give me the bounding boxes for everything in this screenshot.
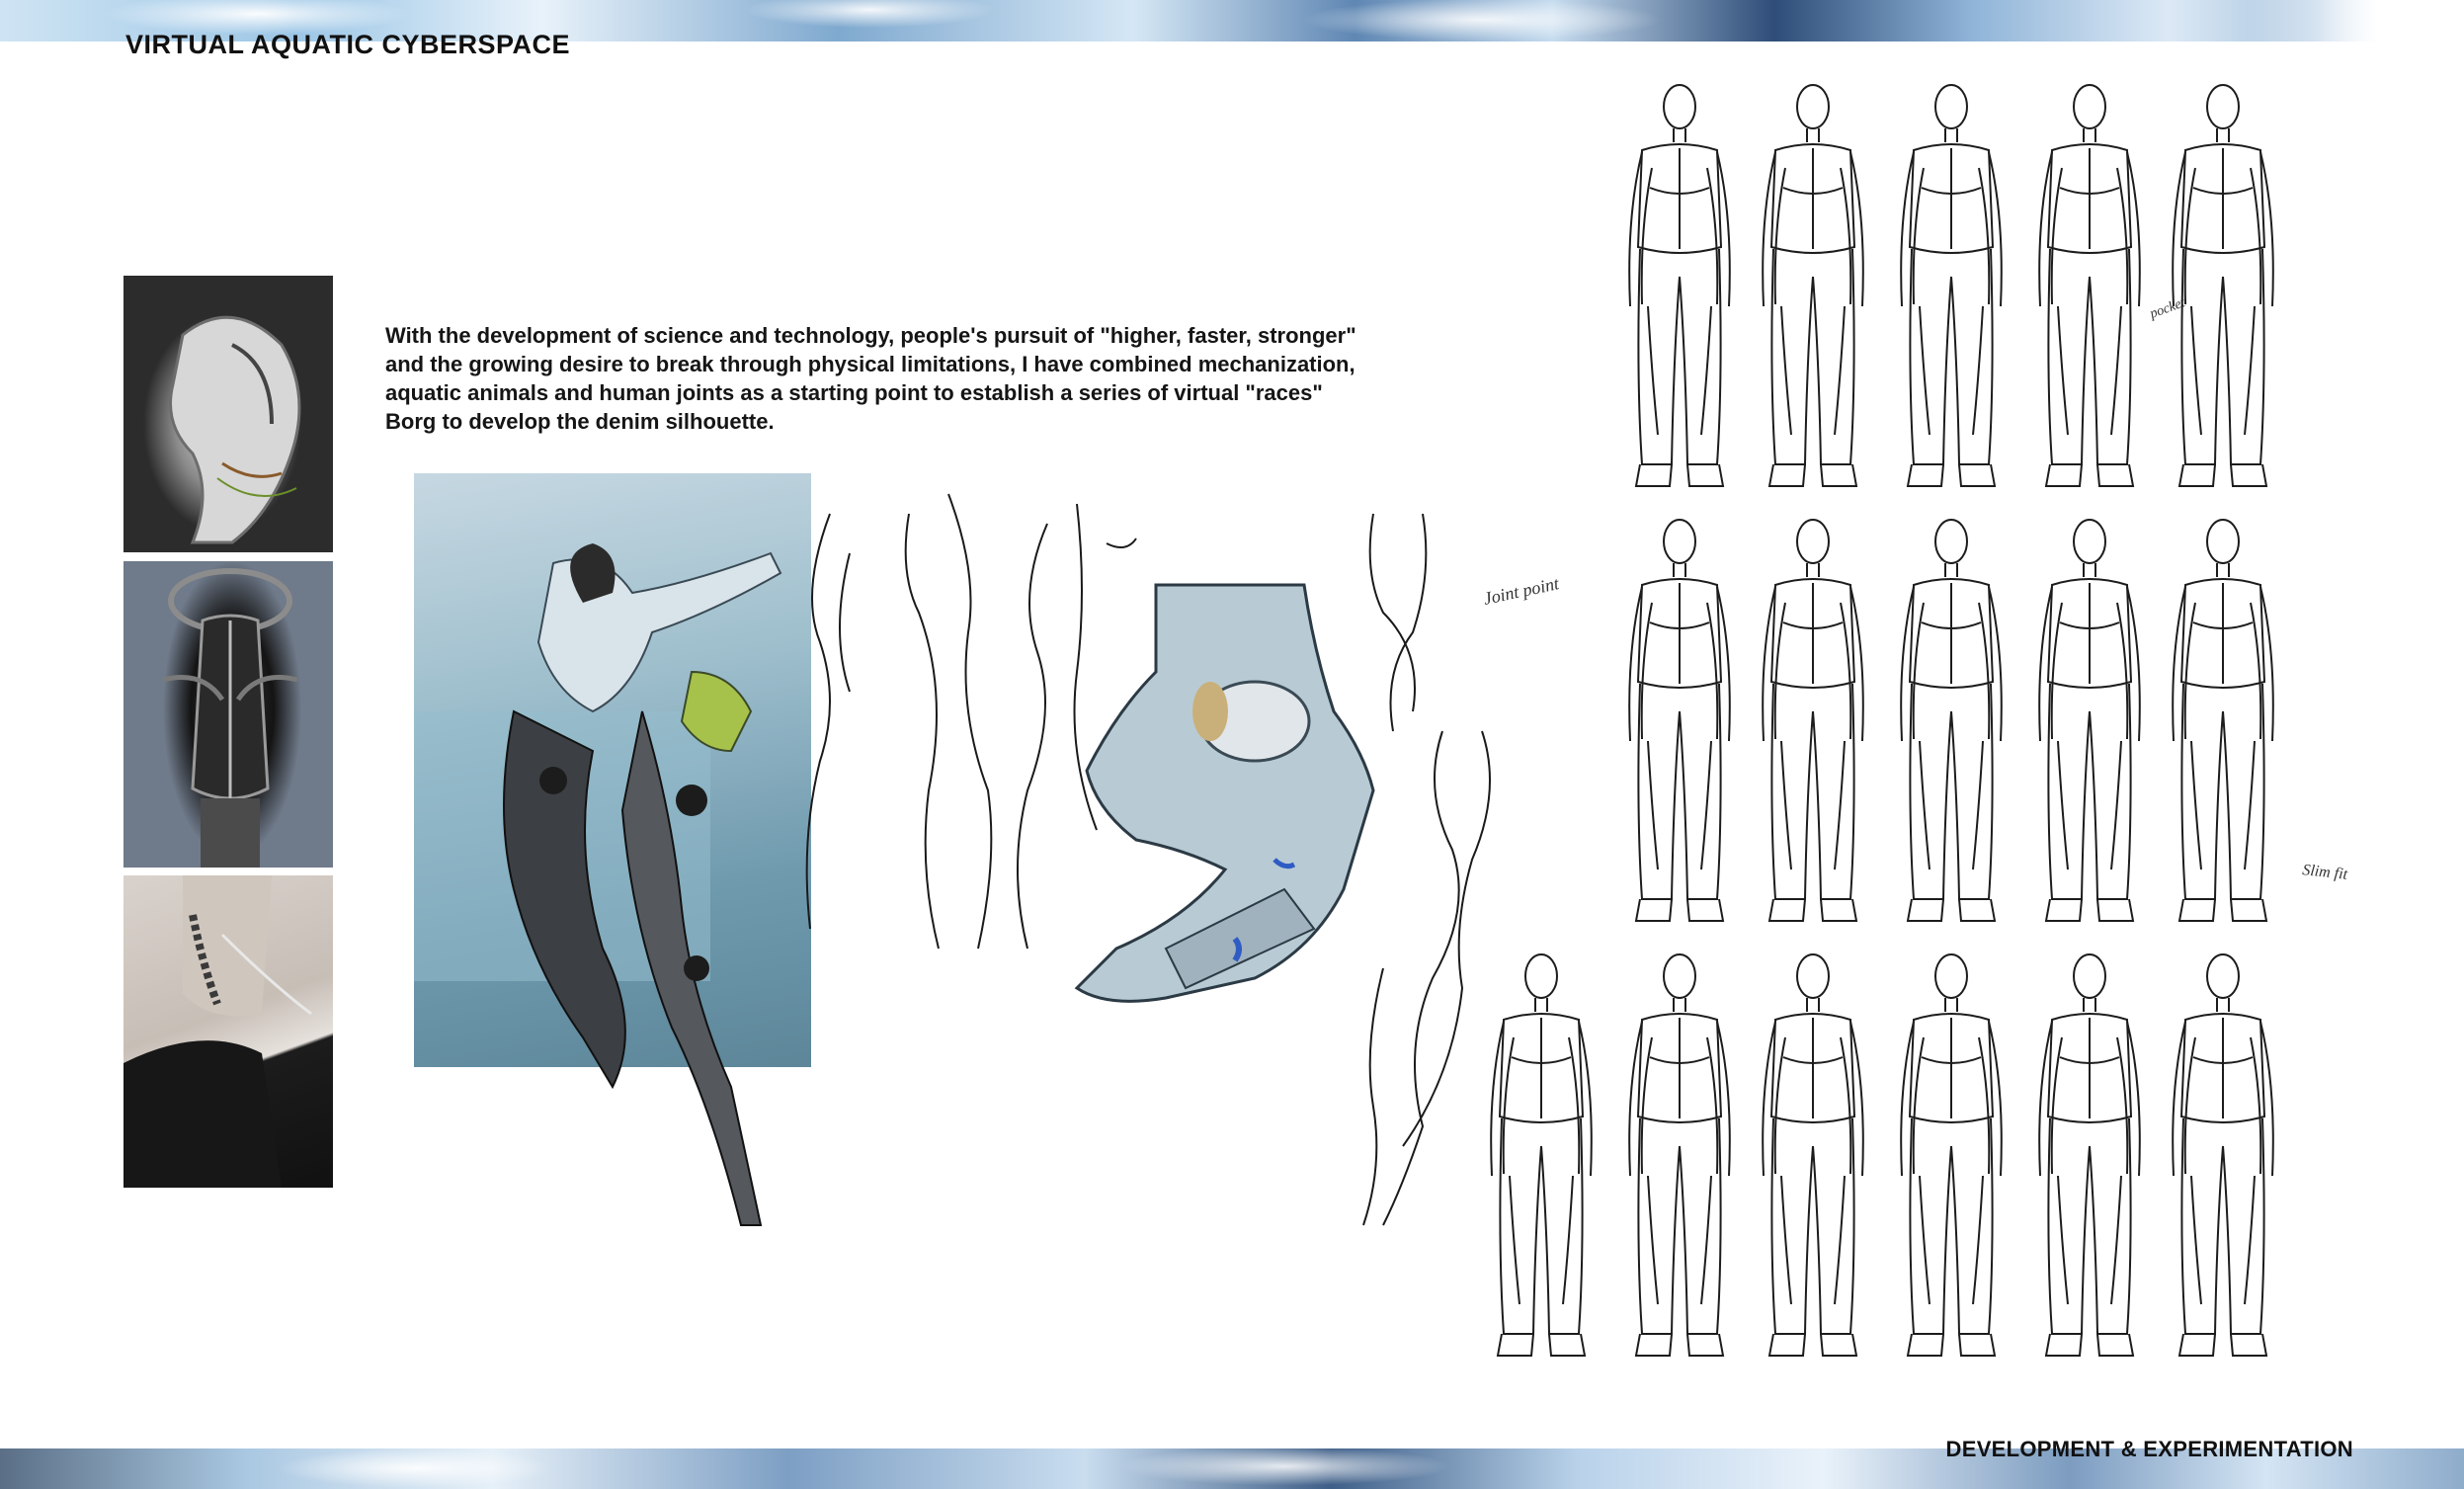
fashion-figure-sketch bbox=[1628, 519, 1731, 922]
fashion-figure-sketch bbox=[1490, 953, 1593, 1357]
fashion-figure-sketch bbox=[1762, 519, 1864, 922]
pocket-note: pocket bbox=[2147, 295, 2187, 322]
fashion-figure-sketch bbox=[2172, 84, 2274, 487]
fashion-figure-sketch bbox=[2172, 519, 2274, 922]
fashion-figure-sketch bbox=[1900, 953, 2003, 1357]
description-line: aquatic animals and human joints as a st… bbox=[385, 380, 1323, 405]
mechanical-leg-image bbox=[1074, 583, 1375, 1003]
fashion-figure-sketch bbox=[1628, 953, 1731, 1357]
fashion-figure-sketch bbox=[2038, 519, 2141, 922]
description-line: Borg to develop the denim silhouette. bbox=[385, 409, 775, 434]
joint-point-note: Joint point bbox=[1482, 573, 1562, 609]
fashion-figure-sketch bbox=[2172, 953, 2274, 1357]
collage-overlay-panel bbox=[414, 711, 710, 981]
description-paragraph: With the development of science and tech… bbox=[385, 321, 1433, 436]
fashion-figure-sketch bbox=[1762, 953, 1864, 1357]
neck-implant-reference-image bbox=[123, 875, 333, 1188]
fashion-figure-sketch bbox=[2038, 953, 2141, 1357]
page-title: VIRTUAL AQUATIC CYBERSPACE bbox=[125, 30, 571, 59]
fashion-figure-sketch bbox=[2038, 84, 2141, 487]
fashion-figure-sketch bbox=[1628, 84, 1731, 487]
limb-joint-sketches bbox=[805, 493, 1491, 1226]
fashion-figure-lineup bbox=[1490, 84, 2274, 1357]
description-line: With the development of science and tech… bbox=[385, 323, 1356, 348]
slim-fit-note: Slim fit bbox=[2302, 862, 2349, 883]
mechanical-corset-reference-image bbox=[123, 561, 333, 868]
fashion-figure-sketch bbox=[1762, 84, 1864, 487]
fashion-figure-sketch bbox=[1900, 84, 2003, 487]
section-footer-label: DEVELOPMENT & EXPERIMENTATION bbox=[1945, 1437, 2353, 1461]
fashion-figure-sketch bbox=[1900, 519, 2003, 922]
sketch-artwork-layer: Joint point pocket Slim fit bbox=[503, 84, 2349, 1357]
robot-head-reference-image bbox=[123, 276, 333, 552]
description-line: and the growing desire to break through … bbox=[385, 352, 1355, 376]
